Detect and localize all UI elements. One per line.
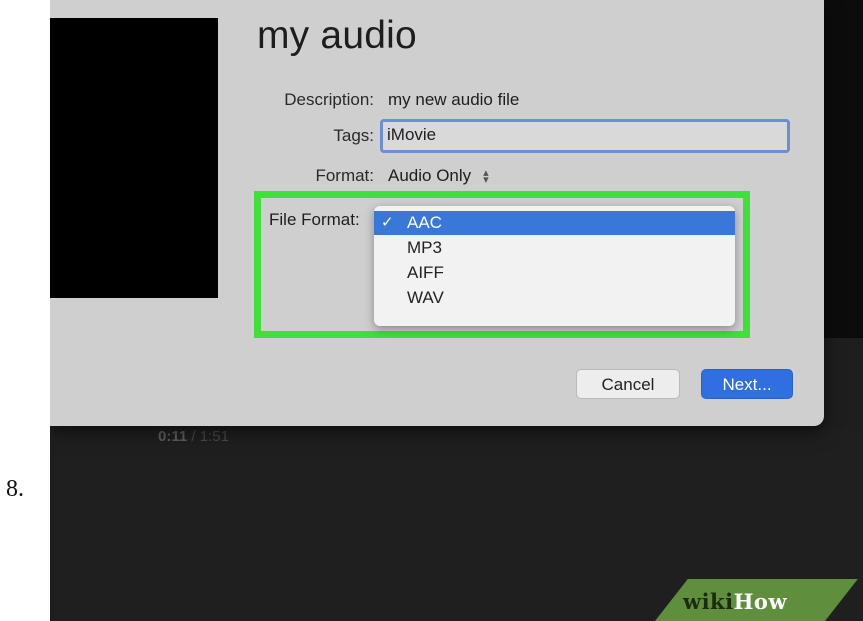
checkmark-icon: ✓ [381, 214, 394, 231]
tags-label: Tags: [333, 126, 374, 145]
option-label: WAV [407, 288, 444, 307]
time-total: 1:51 [199, 428, 229, 445]
format-label: Format: [315, 166, 374, 185]
step-number: 8. [6, 476, 24, 502]
option-label: AIFF [407, 263, 444, 282]
time-separator: / [187, 428, 200, 445]
next-button[interactable]: Next... [701, 369, 793, 399]
option-label: AAC [407, 213, 442, 232]
file-format-option-mp3[interactable]: MP3 [374, 236, 735, 260]
wikihow-logo: wikiHow [683, 589, 787, 614]
file-format-dropdown[interactable]: ✓ AAC MP3 AIFF WAV [374, 206, 735, 326]
file-format-option-wav[interactable]: WAV [374, 286, 735, 310]
wikihow-logo-part2: How [733, 589, 788, 614]
description-label: Description: [284, 90, 374, 109]
format-select[interactable]: Audio Only ▴ ▾ [388, 166, 489, 186]
dialog-title[interactable]: my audio [257, 14, 417, 58]
tags-value: iMovie [387, 125, 437, 144]
wikihow-logo-part1: wiki [683, 589, 734, 614]
option-label: MP3 [407, 238, 442, 257]
format-value: Audio Only [388, 166, 472, 185]
share-file-dialog: my audio Description: my new audio file … [50, 0, 824, 426]
cancel-button[interactable]: Cancel [576, 369, 680, 399]
up-down-stepper-icon: ▴ ▾ [483, 166, 489, 186]
imovie-screenshot: 0:11 / 1:51 my audio Description: my new… [50, 0, 863, 621]
video-thumbnail [50, 18, 218, 298]
playhead-timecode: 0:11 / 1:51 [158, 428, 229, 445]
time-current: 0:11 [158, 428, 188, 445]
description-field[interactable]: my new audio file [388, 90, 519, 110]
file-format-option-aiff[interactable]: AIFF [374, 261, 735, 285]
tags-field[interactable]: iMovie [380, 119, 790, 153]
file-format-option-aac[interactable]: ✓ AAC [374, 211, 735, 235]
file-format-label: File Format: [269, 210, 360, 229]
page: 8. 0:11 / 1:51 my audio Description: my … [0, 0, 863, 621]
